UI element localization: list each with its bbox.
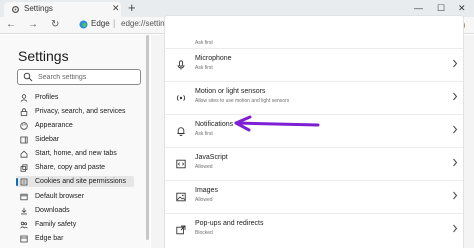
home-icon — [20, 150, 28, 158]
permissions-panel: Ask first Microphone Ask first Motion or… — [151, 15, 474, 248]
sidebar-item-family-safety[interactable]: Family safety — [16, 219, 134, 230]
sidebar-item-label: Family safety — [35, 221, 77, 228]
chevron-right-icon — [453, 191, 458, 200]
tab-close-icon[interactable]: ✕ — [112, 3, 120, 14]
chevron-right-icon — [453, 158, 458, 167]
search-box[interactable] — [17, 69, 141, 85]
popup-icon — [176, 225, 186, 235]
permission-row-javascript[interactable]: JavaScript Allowed — [165, 148, 463, 181]
permission-row-popups[interactable]: Pop-ups and redirects Blocked — [165, 214, 463, 247]
permission-row-motion-sensors[interactable]: Motion or light sensors Allow sites to u… — [165, 82, 463, 115]
sidebar-item-label: Privacy, search, and services — [35, 108, 126, 115]
sidebar-item-label: Edge bar — [35, 235, 64, 242]
download-icon — [21, 207, 27, 215]
sidebar-item-privacy[interactable]: Privacy, search, and services — [16, 106, 134, 117]
permission-status: Ask first — [195, 131, 213, 137]
permission-row-microphone[interactable]: Microphone Ask first — [165, 49, 463, 82]
sidebar-item-label: Share, copy and paste — [35, 164, 106, 171]
sidebar-item-appearance[interactable]: Appearance — [16, 120, 134, 131]
new-tab-button[interactable]: + — [128, 0, 136, 16]
sidebar-item-sidebar[interactable]: Sidebar — [16, 134, 134, 145]
page-title: Settings — [18, 48, 69, 64]
sidebar-icon — [20, 136, 28, 144]
appearance-icon — [20, 122, 28, 130]
permission-row-images[interactable]: Images Allowed — [165, 181, 463, 214]
chevron-right-icon — [453, 92, 458, 101]
permission-title: Images — [195, 187, 218, 194]
tab-settings[interactable]: Settings ✕ — [4, 2, 121, 17]
minimize-button[interactable]: — — [414, 1, 423, 15]
search-input[interactable] — [38, 72, 138, 83]
permission-status: Ask first — [195, 40, 213, 46]
sidebar-item-label: Cookies and site permissions — [35, 178, 127, 185]
edge-bar-icon — [20, 235, 28, 243]
chevron-right-icon — [453, 224, 458, 233]
sensor-icon — [176, 95, 186, 101]
search-icon — [23, 72, 33, 82]
sidebar-item-label: Appearance — [35, 122, 73, 129]
code-icon — [176, 159, 186, 169]
share-icon — [20, 164, 28, 172]
family-icon — [20, 221, 28, 229]
lock-icon — [20, 108, 28, 116]
sidebar-item-profiles[interactable]: Profiles — [16, 92, 134, 103]
refresh-button[interactable]: ↻ — [51, 18, 59, 32]
sidebar-item-label: Start, home, and new tabs — [35, 150, 117, 157]
permission-status: Blocked — [195, 230, 213, 236]
back-button[interactable]: ← — [6, 18, 16, 32]
sidebar-item-start-home[interactable]: Start, home, and new tabs — [16, 148, 134, 159]
permission-title: Motion or light sensors — [195, 88, 266, 95]
maximize-button[interactable]: ☐ — [437, 1, 445, 15]
permission-title: JavaScript — [195, 154, 228, 161]
sidebar-item-edge-bar[interactable]: Edge bar — [16, 233, 134, 244]
address-brand: Edge — [91, 19, 110, 28]
permission-title: Pop-ups and redirects — [195, 220, 264, 227]
permissions-card: Ask first Microphone Ask first Motion or… — [164, 15, 464, 248]
permission-title: Microphone — [195, 55, 232, 62]
bell-icon — [177, 127, 185, 136]
chevron-right-icon — [453, 59, 458, 68]
permission-status: Ask first — [195, 65, 213, 71]
close-window-button[interactable]: ✕ — [458, 1, 466, 15]
cookies-icon — [20, 178, 28, 186]
permission-title: Notifications — [195, 121, 234, 128]
sidebar-item-downloads[interactable]: Downloads — [16, 205, 134, 216]
sidebar-item-share-copy[interactable]: Share, copy and paste — [16, 162, 134, 173]
permission-status: Allow sites to use motion and light sens… — [195, 98, 290, 104]
sidebar-item-cookies[interactable]: Cookies and site permissions — [16, 176, 134, 187]
browser-icon — [20, 193, 28, 201]
forward-button[interactable]: → — [28, 18, 38, 32]
profile-icon — [20, 94, 28, 102]
sidebar-item-label: Profiles — [35, 94, 59, 101]
permission-status: Allowed — [195, 164, 213, 170]
sidebar-item-default-browser[interactable]: Default browser — [16, 191, 134, 202]
address-separator: | — [113, 18, 116, 28]
sidebar-item-label: Default browser — [35, 193, 85, 200]
selected-indicator — [16, 178, 18, 186]
chevron-right-icon — [453, 125, 458, 134]
sidebar-scrollbar[interactable] — [146, 35, 149, 240]
microphone-icon — [177, 60, 185, 70]
gear-icon — [11, 5, 20, 14]
edge-logo-icon — [79, 20, 88, 29]
image-icon — [176, 192, 186, 202]
permission-row-notifications[interactable]: Notifications Ask first — [165, 115, 463, 148]
sidebar-item-label: Sidebar — [35, 136, 60, 143]
permission-row-partial[interactable]: Ask first — [165, 16, 463, 49]
permission-status: Allowed — [195, 197, 213, 203]
sidebar-item-label: Downloads — [35, 207, 70, 214]
tab-title: Settings — [24, 4, 53, 13]
settings-sidebar: Settings Profiles Privacy, search, and s… — [0, 35, 150, 248]
